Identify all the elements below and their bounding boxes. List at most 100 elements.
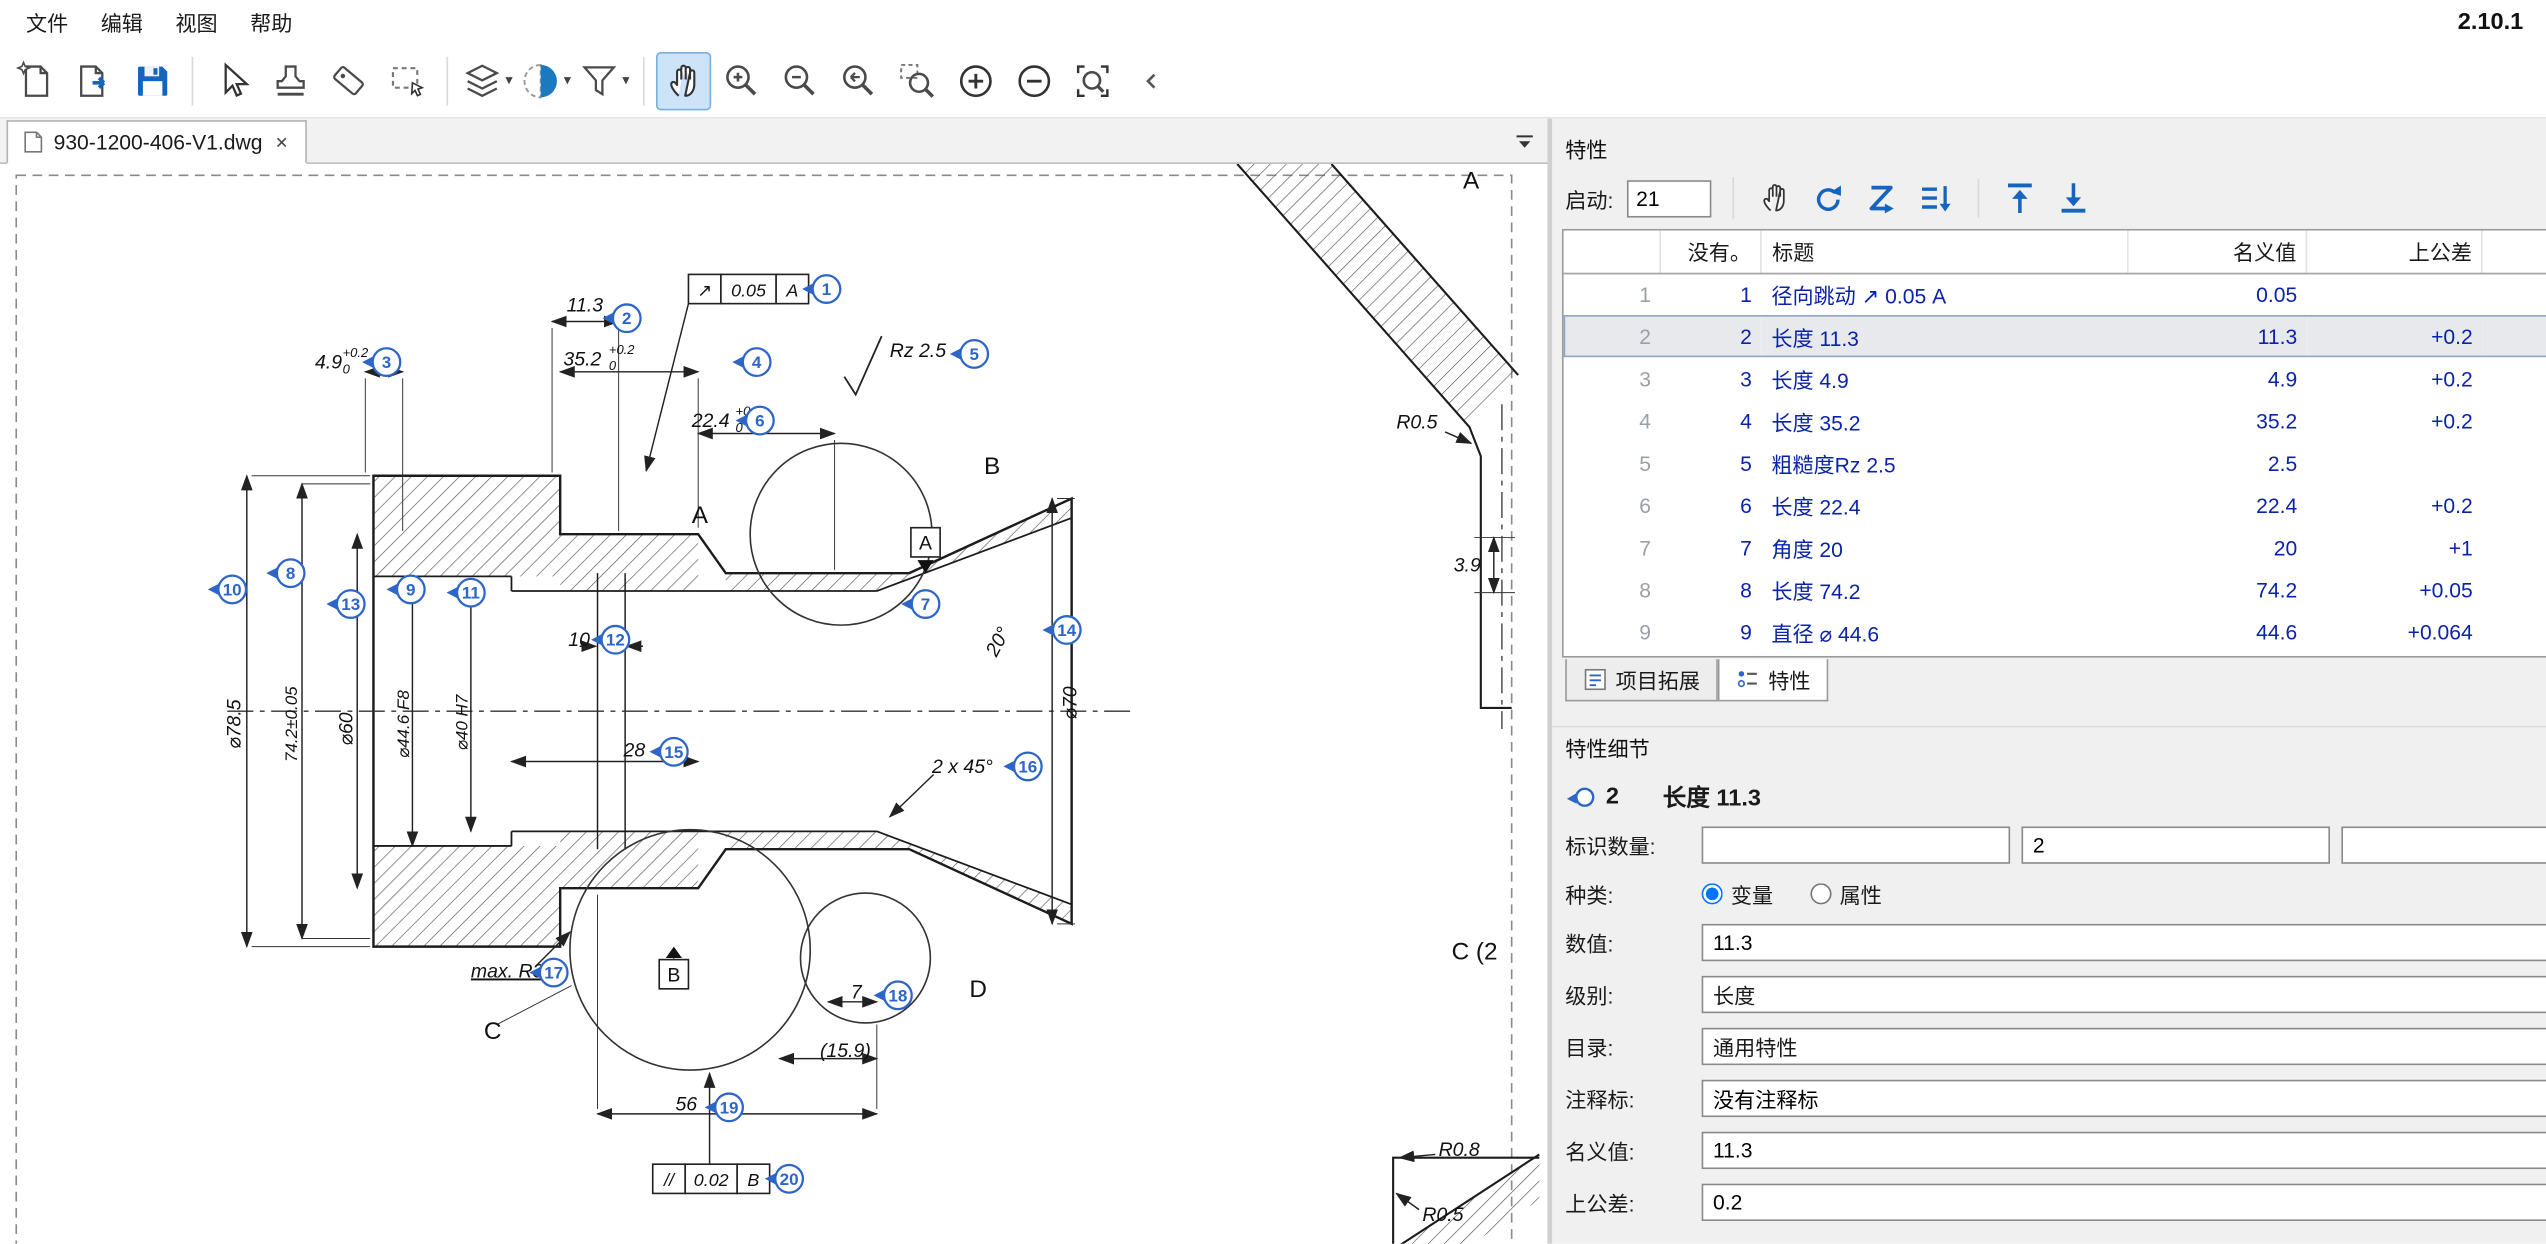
toolbar-separator xyxy=(1977,179,1979,218)
balloon-9[interactable]: 9 xyxy=(386,576,424,604)
annotation-input[interactable] xyxy=(1702,1080,2546,1117)
balloon-4[interactable]: 4 xyxy=(732,348,770,376)
document-tab-close-icon[interactable]: × xyxy=(272,130,291,154)
value-input[interactable] xyxy=(1702,924,2546,961)
table-cell: +0.2 xyxy=(2307,357,2483,399)
zoom-out-button[interactable] xyxy=(773,51,828,109)
document-tab[interactable]: 930-1200-406-V1.dwg × xyxy=(6,120,307,164)
table-row[interactable]: 44长度 35.235.2+0.20 xyxy=(1564,399,2546,441)
circle-minus-button[interactable] xyxy=(1007,51,1062,109)
select-cursor-button[interactable] xyxy=(205,51,260,109)
hand-small-button[interactable] xyxy=(1755,178,1796,219)
table-cell: 6 xyxy=(1564,484,1661,526)
balloon-20[interactable]: 20 xyxy=(765,1165,803,1193)
move-top-button[interactable] xyxy=(2000,178,2041,219)
dropdown-arrow-icon[interactable]: ▾ xyxy=(505,71,512,89)
compare-half-button[interactable]: ▾ xyxy=(518,51,573,109)
filter-button[interactable]: ▾ xyxy=(576,51,631,109)
balloon-14[interactable]: 14 xyxy=(1042,616,1080,644)
sort-list-button[interactable] xyxy=(1915,178,1956,219)
properties-table-body: 11径向跳动 ↗ 0.05 A0.0522长度 11.311.3+0.2-0.2… xyxy=(1564,273,2546,653)
table-row[interactable]: 88长度 74.274.2+0.05-0.05 xyxy=(1564,568,2546,610)
layers-button[interactable]: ▾ xyxy=(460,51,515,109)
table-cell: 0 xyxy=(2483,399,2546,441)
properties-list-icon xyxy=(1736,667,1760,691)
table-row[interactable]: 77角度 2020+1-1 xyxy=(1564,526,2546,568)
zoom-previous-button[interactable] xyxy=(831,51,886,109)
balloon-5[interactable]: 5 xyxy=(950,340,988,368)
table-row[interactable]: 11径向跳动 ↗ 0.05 A0.05 xyxy=(1564,273,2546,315)
chevron-left-small-button[interactable] xyxy=(1124,51,1179,109)
table-cell: +0.025 xyxy=(2483,611,2546,653)
column-header-no[interactable]: 没有。 xyxy=(1661,231,1762,273)
dim-label: 11.3 xyxy=(567,295,604,317)
balloon-18[interactable]: 18 xyxy=(874,982,912,1010)
kind-radio-input[interactable] xyxy=(1702,883,1723,904)
details-panel-header: 特性细节 xyxy=(1552,727,2546,766)
id-quantity-input[interactable] xyxy=(2022,826,2331,863)
upper-tolerance-input[interactable] xyxy=(1702,1184,2546,1221)
save-button[interactable] xyxy=(125,51,180,109)
tab-list-button[interactable] xyxy=(1508,125,1540,157)
column-header-upper[interactable]: 上公差 xyxy=(2307,231,2483,273)
refresh-button[interactable] xyxy=(1808,178,1849,219)
marquee-select-button[interactable] xyxy=(380,51,435,109)
table-cell: 8 xyxy=(1661,568,1762,610)
id-quantity-input[interactable] xyxy=(2341,826,2546,863)
column-header-title[interactable]: 标题 xyxy=(1762,231,2128,273)
dropdown-arrow-icon[interactable]: ▾ xyxy=(622,71,629,89)
balloon-13[interactable]: 13 xyxy=(326,590,364,618)
balloon-19[interactable]: 19 xyxy=(705,1094,743,1122)
balloon-2[interactable]: 2 xyxy=(602,304,640,332)
menu-view[interactable]: 视图 xyxy=(159,0,234,44)
drawing-canvas[interactable]: ↗0.05A//0.02B AB 11.34.9+0.2035.2+0.20Rz… xyxy=(0,164,1547,1244)
kind-radio-option[interactable]: 属性 xyxy=(1810,878,1881,909)
dropdown-arrow-icon[interactable]: ▾ xyxy=(564,71,571,89)
renumber-z-button[interactable] xyxy=(1862,178,1903,219)
circle-plus-button[interactable] xyxy=(948,51,1003,109)
kind-radio-option[interactable]: 变量 xyxy=(1702,878,1773,909)
nominal-input[interactable] xyxy=(1702,1132,2546,1169)
new-document-button[interactable] xyxy=(8,51,63,109)
table-row[interactable]: 33长度 4.94.9+0.20 xyxy=(1564,357,2546,399)
level-select[interactable]: 长度▾ xyxy=(1702,976,2546,1013)
balloon-10[interactable]: 10 xyxy=(208,576,246,604)
column-header-nominal[interactable]: 名义值 xyxy=(2128,231,2307,273)
zoom-window-button[interactable] xyxy=(890,51,945,109)
balloon-12[interactable]: 12 xyxy=(591,626,629,654)
svg-text:9: 9 xyxy=(406,580,415,599)
stamp-button[interactable] xyxy=(263,51,318,109)
layers-icon xyxy=(462,59,504,101)
open-document-button[interactable] xyxy=(67,51,122,109)
balloon-7[interactable]: 7 xyxy=(901,590,939,618)
column-header-lower[interactable]: 下公差 xyxy=(2483,231,2546,273)
tab-project-expand[interactable]: 项目拓展 xyxy=(1565,659,1718,701)
drawing-viewport[interactable]: ↗0.05A//0.02B AB 11.34.9+0.2035.2+0.20Rz… xyxy=(0,164,1547,1244)
pan-hand-button[interactable] xyxy=(656,51,711,109)
balloon-8[interactable]: 8 xyxy=(266,559,304,587)
table-cell: 长度 11.3 xyxy=(1762,315,2128,357)
menu-edit[interactable]: 编辑 xyxy=(84,0,159,44)
balloon-11[interactable]: 11 xyxy=(447,579,485,607)
table-row[interactable]: 22长度 11.311.3+0.2-0.2 xyxy=(1564,315,2546,357)
balloon-16[interactable]: 16 xyxy=(1003,753,1041,781)
table-cell xyxy=(2307,273,2483,315)
zoom-selection-button[interactable] xyxy=(1065,51,1120,109)
table-row[interactable]: 99直径 ⌀ 44.644.6+0.064+0.025 xyxy=(1564,611,2546,653)
tab-properties[interactable]: 特性 xyxy=(1718,659,1828,701)
field-upper-tolerance: 上公差: xyxy=(1565,1184,2546,1221)
table-row[interactable]: 55粗糙度Rz 2.52.5 xyxy=(1564,442,2546,484)
kind-radio-input[interactable] xyxy=(1810,883,1831,904)
svg-text:16: 16 xyxy=(1018,757,1037,776)
menu-help[interactable]: 帮助 xyxy=(234,0,309,44)
start-input[interactable] xyxy=(1626,179,1710,216)
move-bottom-button[interactable] xyxy=(2053,178,2094,219)
menu-file[interactable]: 文件 xyxy=(10,0,85,44)
dim-label: +0.2 xyxy=(343,345,369,360)
catalog-select[interactable]: 通用特性▾ xyxy=(1702,1028,2546,1065)
id-quantity-input[interactable] xyxy=(1702,826,2011,863)
table-row[interactable]: 66长度 22.422.4+0.20 xyxy=(1564,484,2546,526)
table-cell: -0.05 xyxy=(2483,568,2546,610)
tag-button[interactable] xyxy=(321,51,376,109)
zoom-in-button[interactable] xyxy=(714,51,769,109)
